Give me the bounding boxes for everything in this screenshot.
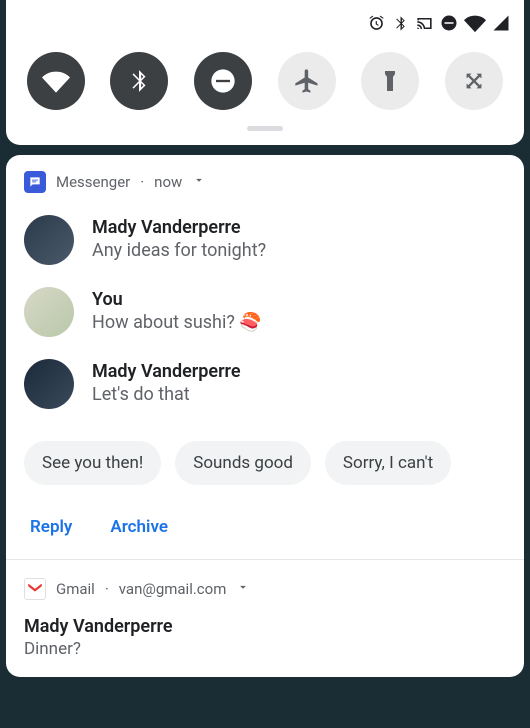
notification-time: now (154, 173, 182, 191)
gmail-sender: Mady Vanderperre (24, 616, 506, 637)
alarm-icon (367, 14, 386, 33)
message-text: Let's do that (92, 384, 241, 405)
smart-reply-chip[interactable]: Sounds good (175, 441, 311, 485)
smart-reply-row: See you then! Sounds good Sorry, I can't (6, 423, 524, 493)
message-sender: You (92, 289, 262, 310)
dnd-icon (440, 14, 458, 32)
avatar (24, 287, 74, 337)
notification-header[interactable]: Messenger · now (6, 155, 524, 207)
dnd-tile[interactable] (194, 52, 252, 110)
gmail-subject: Dinner? (24, 639, 506, 659)
wifi-tile[interactable] (27, 52, 85, 110)
gmail-icon (24, 578, 46, 600)
message-sender: Mady Vanderperre (92, 217, 266, 238)
reply-button[interactable]: Reply (30, 517, 72, 537)
archive-button[interactable]: Archive (110, 517, 168, 537)
message-text: How about sushi? 🍣 (92, 312, 262, 333)
app-name: Messenger (56, 173, 130, 191)
autorotate-tile[interactable] (445, 52, 503, 110)
flashlight-tile[interactable] (361, 52, 419, 110)
smart-reply-chip[interactable]: See you then! (24, 441, 161, 485)
airplane-tile[interactable] (278, 52, 336, 110)
status-bar (6, 8, 524, 44)
smart-reply-chip[interactable]: Sorry, I can't (325, 441, 451, 485)
gmail-notification-header[interactable]: Gmail · van@gmail.com (6, 560, 524, 612)
notification-actions: Reply Archive (6, 493, 524, 559)
message-row: You How about sushi? 🍣 (6, 279, 524, 351)
quick-settings-panel (6, 0, 524, 145)
message-row: Mady Vanderperre Let's do that (6, 351, 524, 423)
messenger-icon (24, 171, 46, 193)
message-row: Mady Vanderperre Any ideas for tonight? (6, 207, 524, 279)
cast-icon (415, 14, 434, 33)
chevron-down-icon[interactable] (236, 580, 250, 598)
wifi-icon (464, 12, 486, 34)
avatar (24, 359, 74, 409)
gmail-account: van@gmail.com (119, 580, 227, 598)
gmail-body: Mady Vanderperre Dinner? (6, 612, 524, 677)
message-text: Any ideas for tonight? (92, 240, 266, 261)
drag-handle[interactable] (247, 126, 283, 131)
signal-icon (492, 14, 510, 32)
bluetooth-tile[interactable] (110, 52, 168, 110)
message-sender: Mady Vanderperre (92, 361, 241, 382)
bluetooth-icon (392, 15, 409, 32)
notification-card: Messenger · now Mady Vanderperre Any ide… (6, 155, 524, 677)
quick-settings-row (6, 44, 524, 126)
avatar (24, 215, 74, 265)
app-name: Gmail (56, 580, 95, 598)
chevron-down-icon[interactable] (192, 173, 206, 191)
